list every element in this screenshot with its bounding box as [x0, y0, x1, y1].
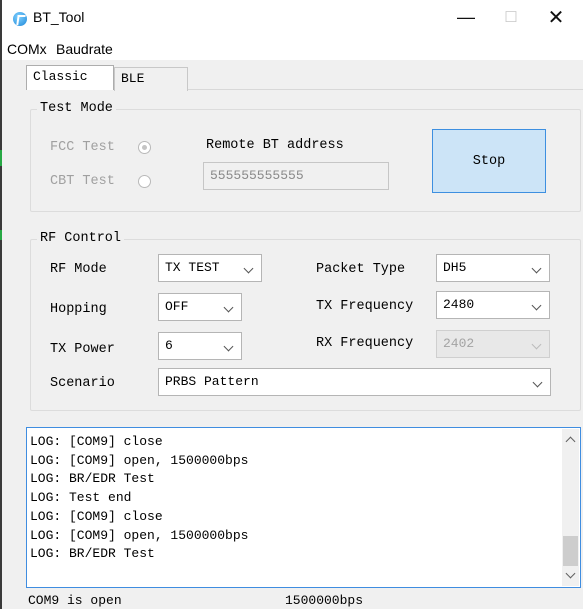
chevron-down-icon	[223, 341, 234, 352]
tx-power-select[interactable]: 6	[158, 332, 242, 360]
hopping-select[interactable]: OFF	[158, 293, 242, 321]
packet-type-value: DH5	[443, 260, 467, 275]
chevron-down-icon	[531, 300, 542, 311]
chevron-down-icon	[531, 339, 542, 350]
fcc-test-label: FCC Test	[50, 140, 115, 155]
minimize-button[interactable]: —	[443, 0, 489, 34]
hopping-label: Hopping	[50, 302, 107, 317]
log-line: LOG: BR/EDR Test	[30, 471, 155, 487]
rf-mode-value: TX TEST	[165, 260, 220, 275]
scenario-value: PRBS Pattern	[165, 374, 259, 389]
chevron-down-icon	[223, 302, 234, 313]
chevron-down-icon	[243, 263, 254, 274]
log-line: LOG: Test end	[30, 490, 132, 506]
status-bar: COM9 is open 1500000bps	[2, 590, 583, 609]
tx-frequency-select[interactable]: 2480	[436, 291, 550, 319]
rf-mode-select[interactable]: TX TEST	[158, 254, 262, 282]
menu-bar: COMx Baudrate	[2, 40, 583, 60]
chevron-down-icon	[531, 263, 542, 274]
window-title: BT_Tool	[33, 9, 85, 25]
tx-frequency-label: TX Frequency	[316, 299, 414, 314]
chevron-down-icon	[532, 377, 543, 388]
bluetooth-app-icon	[13, 12, 27, 26]
rx-frequency-value: 2402	[443, 336, 475, 351]
tab-ble[interactable]: BLE	[114, 67, 188, 91]
menu-baudrate[interactable]: Baudrate	[56, 41, 113, 57]
packet-type-select[interactable]: DH5	[436, 254, 550, 282]
remote-bt-address-label: Remote BT address	[206, 138, 344, 153]
scenario-select[interactable]: PRBS Pattern	[158, 368, 551, 396]
maximize-button[interactable]: ☐	[488, 0, 534, 34]
log-line: LOG: [COM9] close	[30, 434, 163, 449]
fcc-test-radio[interactable]	[138, 141, 151, 154]
remote-bt-address-field[interactable]: 555555555555	[203, 162, 389, 190]
rf-mode-label: RF Mode	[50, 262, 107, 277]
scenario-label: Scenario	[50, 376, 115, 391]
chevron-down-icon[interactable]	[565, 568, 576, 579]
log-lines: LOG: [COM9] close LOG: [COM9] open, 1500…	[30, 433, 248, 564]
rf-control-label: RF Control	[37, 231, 125, 246]
log-scrollbar[interactable]	[562, 429, 579, 586]
chevron-up-icon[interactable]	[565, 436, 576, 447]
test-mode-label: Test Mode	[37, 101, 116, 116]
scrollbar-thumb[interactable]	[563, 536, 578, 566]
hopping-value: OFF	[165, 299, 189, 314]
stop-button[interactable]: Stop	[432, 129, 546, 193]
menu-comx[interactable]: COMx	[7, 41, 47, 57]
title-bar: BT_Tool — ☐ ✕	[2, 0, 583, 40]
tx-frequency-value: 2480	[443, 297, 475, 312]
cbt-test-radio[interactable]	[138, 175, 151, 188]
packet-type-label: Packet Type	[316, 262, 406, 277]
rx-frequency-label: RX Frequency	[316, 336, 414, 351]
log-textarea[interactable]: LOG: [COM9] close LOG: [COM9] open, 1500…	[26, 427, 581, 588]
tx-power-label: TX Power	[50, 342, 115, 357]
baud-status: 1500000bps	[285, 593, 364, 608]
log-line: LOG: [COM9] open, 1500000bps	[30, 452, 249, 468]
cbt-test-label: CBT Test	[50, 174, 115, 189]
close-button[interactable]: ✕	[533, 0, 579, 34]
log-line: LOG: [COM9] close	[30, 508, 163, 524]
rx-frequency-select[interactable]: 2402	[436, 330, 550, 358]
tab-classic[interactable]: Classic	[26, 65, 114, 90]
log-line: LOG: BR/EDR Test	[30, 546, 155, 562]
port-status: COM9 is open	[28, 593, 122, 608]
log-line: LOG: [COM9] open, 1500000bps	[30, 527, 249, 543]
tx-power-value: 6	[165, 338, 173, 353]
